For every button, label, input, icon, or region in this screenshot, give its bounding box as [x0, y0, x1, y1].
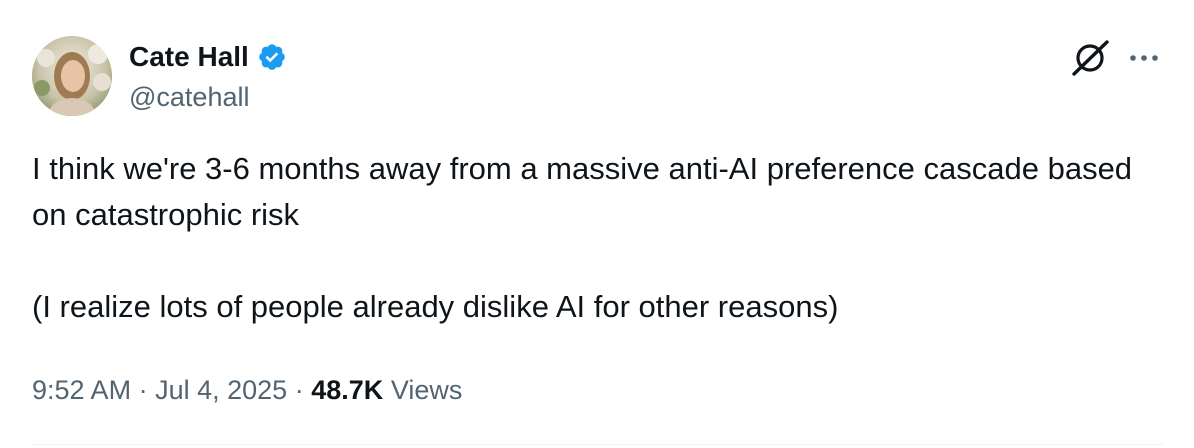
- grok-icon[interactable]: [1069, 38, 1113, 78]
- tweet-card: Cate Hall @catehall I think we're 3-6 mo…: [0, 0, 1194, 448]
- tweet-paragraph: I think we're 3-6 months away from a mas…: [32, 151, 1133, 232]
- avatar[interactable]: [32, 36, 112, 116]
- tweet-paragraph: (I realize lots of people already dislik…: [32, 289, 839, 324]
- meta-separator: ·: [138, 375, 148, 405]
- views-count: 48.7K: [311, 375, 384, 405]
- author-handle[interactable]: @catehall: [129, 80, 249, 114]
- more-options-icon[interactable]: [1124, 44, 1164, 72]
- author-name-row: Cate Hall: [129, 40, 287, 74]
- tweet-date[interactable]: Jul 4, 2025: [155, 375, 287, 405]
- divider: [32, 444, 1164, 445]
- tweet-text: I think we're 3-6 months away from a mas…: [32, 146, 1152, 330]
- views-label: Views: [390, 375, 463, 405]
- display-name[interactable]: Cate Hall: [129, 40, 249, 74]
- tweet-meta: 9:52 AM · Jul 4, 2025 · 48.7K Views: [32, 372, 462, 408]
- tweet-time[interactable]: 9:52 AM: [32, 375, 131, 405]
- meta-separator: ·: [294, 375, 304, 405]
- verified-badge-icon[interactable]: [257, 42, 287, 72]
